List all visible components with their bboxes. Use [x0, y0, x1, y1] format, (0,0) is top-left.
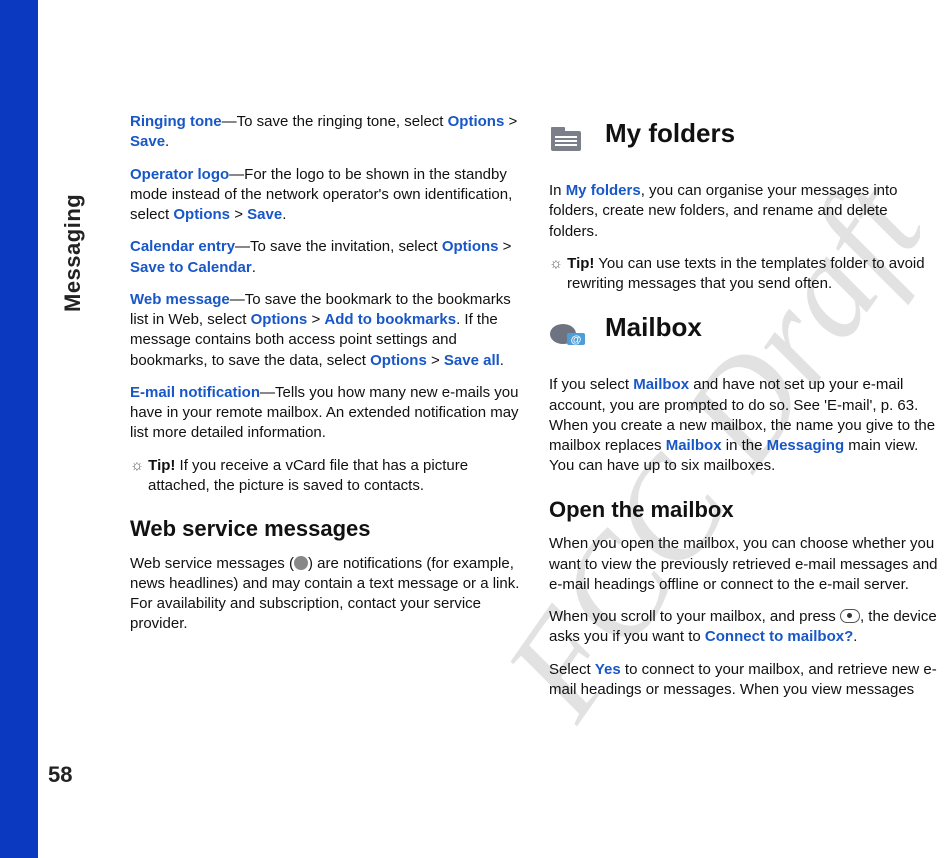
- page-content: Ringing tone—To save the ringing tone, s…: [130, 112, 940, 712]
- para-web-service: Web service messages () are notification…: [130, 554, 521, 635]
- heading-open-mailbox: Open the mailbox: [549, 495, 940, 525]
- para-ringing-tone: Ringing tone—To save the ringing tone, s…: [130, 112, 521, 153]
- tip-vcard: ☼ Tip! If you receive a vCard file that …: [130, 456, 521, 497]
- page-number: 58: [48, 762, 72, 788]
- center-key-icon: [840, 609, 860, 623]
- para-mailbox-setup: If you select Mailbox and have not set u…: [549, 375, 940, 476]
- sidebar-accent-bar: [0, 0, 38, 858]
- tip-icon: ☼: [549, 254, 563, 274]
- para-calendar-entry: Calendar entry—To save the invitation, s…: [130, 237, 521, 278]
- para-operator-logo: Operator logo—For the logo to be shown i…: [130, 165, 521, 226]
- para-web-message: Web message—To save the bookmark to the …: [130, 290, 521, 371]
- para-select-yes: Select Yes to connect to your mailbox, a…: [549, 660, 940, 701]
- mailbox-icon: @: [549, 319, 587, 349]
- heading-myfolders: My folders: [605, 116, 735, 151]
- para-open-mailbox: When you open the mailbox, you can choos…: [549, 534, 940, 595]
- heading-mailbox: Mailbox: [605, 310, 702, 345]
- tip-templates: ☼ Tip! You can use texts in the template…: [549, 254, 940, 295]
- section-header-myfolders: My folders: [549, 112, 940, 167]
- column-right: My folders In My folders, you can organi…: [549, 112, 940, 712]
- heading-web-service: Web service messages: [130, 514, 521, 544]
- column-left: Ringing tone—To save the ringing tone, s…: [130, 112, 521, 712]
- folder-icon: [549, 125, 587, 155]
- section-header-mailbox: @ Mailbox: [549, 306, 940, 361]
- globe-icon: [294, 556, 308, 570]
- tip-icon: ☼: [130, 456, 144, 476]
- svg-text:@: @: [571, 334, 582, 346]
- section-label: Messaging: [60, 112, 84, 312]
- para-scroll-mailbox: When you scroll to your mailbox, and pre…: [549, 607, 940, 648]
- para-email-notification: E-mail notification—Tells you how many n…: [130, 383, 521, 444]
- para-myfolders: In My folders, you can organise your mes…: [549, 181, 940, 242]
